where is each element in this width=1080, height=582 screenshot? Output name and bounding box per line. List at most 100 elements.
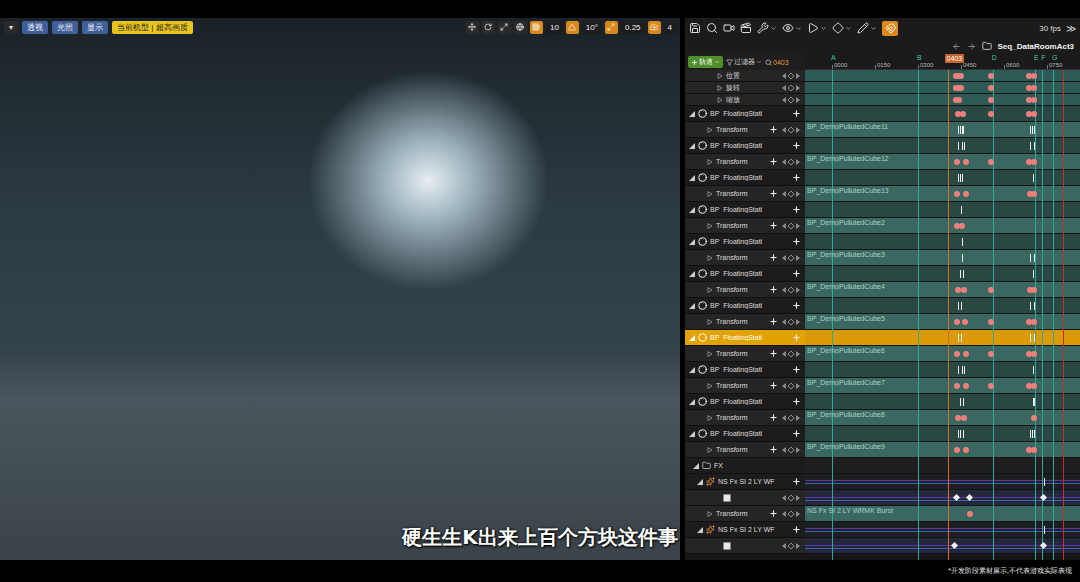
track-lane[interactable]	[805, 298, 1080, 314]
viewport[interactable]: ▾透视光照显示当前机型 | 超高画质1010°0.254	[0, 18, 680, 560]
track-row[interactable]: NS Fx SI 2 LY WF	[685, 522, 1080, 538]
add-track-button[interactable]: 轨道	[688, 56, 723, 68]
track-tree-cell[interactable]: Transform	[685, 314, 805, 330]
keyframe[interactable]	[1031, 97, 1037, 103]
keyframe-tick[interactable]	[963, 270, 964, 278]
track-lane[interactable]: BP_DemoPullutedCube8	[805, 410, 1080, 426]
current-frame-field[interactable]: 0403	[765, 59, 789, 66]
add-icon[interactable]	[769, 381, 778, 390]
add-icon[interactable]	[769, 349, 778, 358]
keyframe[interactable]	[1031, 383, 1037, 389]
track-row[interactable]: BP_FloatingStati	[685, 298, 1080, 314]
track-lane[interactable]	[805, 426, 1080, 442]
viewport-menu[interactable]: ▾	[4, 21, 18, 34]
keyframe-tick[interactable]	[1034, 302, 1035, 310]
track-lane[interactable]	[805, 202, 1080, 218]
key-navigation-icon[interactable]	[781, 158, 801, 166]
track-tree-cell[interactable]: Transform	[685, 378, 805, 394]
track-row[interactable]: 缩放	[685, 94, 1080, 106]
marker-label[interactable]: E	[1034, 54, 1039, 62]
more-button[interactable]: ≫	[1066, 23, 1076, 34]
track-tree-cell[interactable]: Transform	[685, 154, 805, 170]
expanded-arrow-icon[interactable]	[689, 143, 695, 149]
collapsed-arrow-icon[interactable]	[707, 415, 713, 421]
key-navigation-icon[interactable]	[781, 126, 801, 134]
key-navigation-icon[interactable]	[781, 190, 801, 198]
keyframe-tick[interactable]	[1033, 366, 1034, 374]
add-icon[interactable]	[792, 205, 801, 214]
key-navigation-icon[interactable]	[781, 350, 801, 358]
keyframe-tick[interactable]	[1034, 142, 1035, 150]
keyframe-tick[interactable]	[963, 398, 964, 406]
viewport-button[interactable]: 透视	[22, 21, 48, 34]
toolbar-dropdown[interactable]	[807, 22, 827, 34]
track-lane[interactable]: BP_DemoPullutedCube6	[805, 346, 1080, 362]
keyframe[interactable]	[963, 191, 969, 197]
collapsed-arrow-icon[interactable]	[717, 97, 723, 103]
track-row[interactable]: BP_FloatingStati	[685, 234, 1080, 250]
track-tree-cell[interactable]: 旋转	[685, 82, 805, 94]
track-tree-cell[interactable]: BP_FloatingStati	[685, 266, 805, 282]
keyframe-tick[interactable]	[960, 430, 961, 438]
track-row[interactable]: BP_FloatingStati	[685, 426, 1080, 442]
track-tree-cell[interactable]: BP_FloatingStati	[685, 394, 805, 410]
transform-tool[interactable]	[514, 21, 527, 34]
track-row[interactable]: TransformBP_DemoPullutedCube2	[685, 218, 1080, 234]
keyframe-tick[interactable]	[961, 334, 962, 342]
playhead[interactable]: 0403	[945, 54, 965, 63]
keyframe-tick[interactable]	[1034, 398, 1035, 406]
keyframe-tick[interactable]	[962, 142, 963, 150]
transform-tool[interactable]	[466, 21, 479, 34]
track-tree-cell[interactable]: Transform	[685, 122, 805, 138]
collapsed-arrow-icon[interactable]	[707, 255, 713, 261]
track-tree-cell[interactable]: BP_FloatingStati	[685, 426, 805, 442]
forward-arrow-icon[interactable]	[967, 42, 976, 51]
track-tree-cell[interactable]: 缩放	[685, 94, 805, 106]
track-tree-cell[interactable]: Transform	[685, 442, 805, 458]
track-tree-cell[interactable]: Transform	[685, 410, 805, 426]
keyframe-tick[interactable]	[958, 430, 959, 438]
keyframe-tick[interactable]	[960, 174, 961, 182]
toolbar-dropdown[interactable]	[832, 22, 852, 34]
snap-toggle[interactable]	[566, 21, 579, 34]
track-row[interactable]: TransformBP_DemoPullutedCube5	[685, 314, 1080, 330]
keyframe[interactable]	[1031, 351, 1037, 357]
snap-toggle[interactable]	[605, 21, 618, 34]
track-lane[interactable]	[805, 458, 1080, 474]
keyframe-tick[interactable]	[1030, 334, 1031, 342]
keyframe-tick[interactable]	[958, 302, 959, 310]
marker-label[interactable]: F	[1041, 54, 1045, 62]
keyframe[interactable]	[1031, 319, 1037, 325]
toolbar-icon[interactable]	[723, 22, 735, 34]
add-icon[interactable]	[792, 397, 801, 406]
viewport-render[interactable]	[0, 36, 680, 560]
add-icon[interactable]	[769, 413, 778, 422]
expanded-arrow-icon[interactable]	[693, 463, 699, 469]
track-row[interactable]: TransformBP_DemoPullutedCube6	[685, 346, 1080, 362]
track-row[interactable]	[685, 490, 1080, 506]
keyframe[interactable]	[1031, 415, 1037, 421]
track-tree-cell[interactable]: BP_FloatingStati	[685, 298, 805, 314]
viewport-button[interactable]: 显示	[82, 21, 108, 34]
keyframe[interactable]	[961, 287, 967, 293]
expanded-arrow-icon[interactable]	[689, 335, 695, 341]
keyframe-tick[interactable]	[1032, 430, 1033, 438]
track-tree-cell[interactable]: NS Fx SI 2 LY WF	[685, 474, 805, 490]
keyframe-tick[interactable]	[1032, 126, 1033, 134]
collapsed-arrow-icon[interactable]	[707, 351, 713, 357]
key-navigation-icon[interactable]	[781, 286, 801, 294]
keyframe-tick[interactable]	[962, 366, 963, 374]
track-tree-cell[interactable]	[685, 538, 805, 554]
track-lane[interactable]: BP_DemoPullutedCube12	[805, 154, 1080, 170]
keyframe-tick[interactable]	[962, 174, 963, 182]
collapsed-arrow-icon[interactable]	[707, 511, 713, 517]
collapsed-arrow-icon[interactable]	[707, 127, 713, 133]
keyframe[interactable]	[988, 287, 994, 293]
filter-button[interactable]: 过滤器	[726, 57, 762, 67]
keyframe-tick[interactable]	[1034, 254, 1035, 262]
toolbar-icon[interactable]	[689, 22, 701, 34]
track-tree-cell[interactable]: BP_FloatingStati	[685, 234, 805, 250]
collapsed-arrow-icon[interactable]	[707, 191, 713, 197]
track-row[interactable]: TransformBP_DemoPullutedCube8	[685, 410, 1080, 426]
add-icon[interactable]	[769, 157, 778, 166]
